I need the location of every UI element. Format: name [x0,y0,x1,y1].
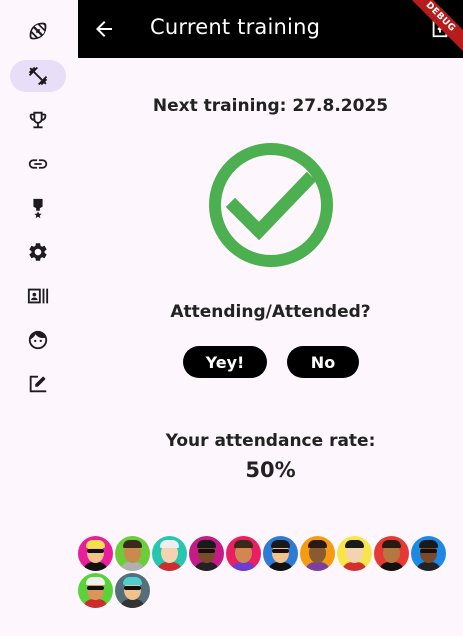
football-icon [29,22,47,40]
rail-item-training[interactable] [10,60,66,92]
back-button[interactable] [92,17,116,41]
rail-item-link[interactable] [10,148,66,180]
avatar-glasses [198,549,215,553]
avatar-shirt [268,562,293,571]
avatar-glasses [87,586,104,590]
no-button[interactable]: No [287,346,359,378]
avatar-shirt [305,562,330,571]
check-circle-icon [209,143,333,267]
avatar-hair [234,540,253,548]
avatar-shirt [120,562,145,571]
avatar-glasses [87,549,104,553]
arrow-left-icon [96,21,112,37]
avatar-hair [382,540,401,548]
avatar[interactable] [78,573,113,608]
avatar[interactable] [78,536,113,571]
rail-item-trophy[interactable] [10,104,66,136]
avatar[interactable] [189,536,224,571]
avatar-hair [123,577,142,585]
avatar-shirt [83,562,108,571]
attendance-rate-value: 50% [245,458,296,482]
avatar-shirt [231,562,256,571]
attendance-rate-label: Your attendance rate: [165,431,376,451]
navigation-rail [0,0,78,636]
avatar[interactable] [152,536,187,571]
avatar[interactable] [115,536,150,571]
contact-list-icon [27,288,49,304]
avatar-hair [160,540,179,548]
avatar-shirt [157,562,182,571]
avatar[interactable] [226,536,261,571]
rail-item-football[interactable] [10,15,66,47]
edit-icon [29,375,47,393]
avatar-hair [86,540,105,548]
avatar-shirt [342,562,367,571]
gear-icon [29,243,47,261]
app-bar: Current training DEBUG [78,0,463,58]
avatar-shirt [83,599,108,608]
yes-button[interactable]: Yey! [183,346,267,378]
rail-item-medal[interactable] [10,192,66,224]
avatar-shirt [120,599,145,608]
avatar[interactable] [263,536,298,571]
avatar-glasses [124,586,141,590]
avatar-hair [419,540,438,548]
avatar-shirt [416,562,441,571]
avatar-glasses [272,549,289,553]
avatar-hair [86,577,105,585]
avatar[interactable] [337,536,372,571]
avatar[interactable] [411,536,446,571]
face-icon [28,330,48,350]
avatar-hair [271,540,290,548]
avatar[interactable] [374,536,409,571]
member-avatars [78,536,463,608]
rail-item-contacts[interactable] [10,280,66,312]
avatar-hair [308,540,327,548]
fitness-icon [28,66,48,86]
trophy-icon [29,111,47,129]
rail-item-edit[interactable] [10,368,66,400]
medal-icon [33,198,43,219]
avatar-shirt [194,562,219,571]
avatar-hair [345,540,364,548]
rail-item-settings[interactable] [10,236,66,268]
attendance-question: Attending/Attended? [170,302,371,322]
avatar-shirt [379,562,404,571]
avatar-hair [123,540,142,548]
rail-item-profile[interactable] [10,324,66,356]
link-icon [28,159,48,169]
avatar-glasses [420,549,437,553]
avatar-hair [197,540,216,548]
next-training-label: Next training: 27.8.2025 [152,96,389,116]
page-title: Current training [150,15,321,39]
avatar[interactable] [300,536,335,571]
avatar[interactable] [115,573,150,608]
